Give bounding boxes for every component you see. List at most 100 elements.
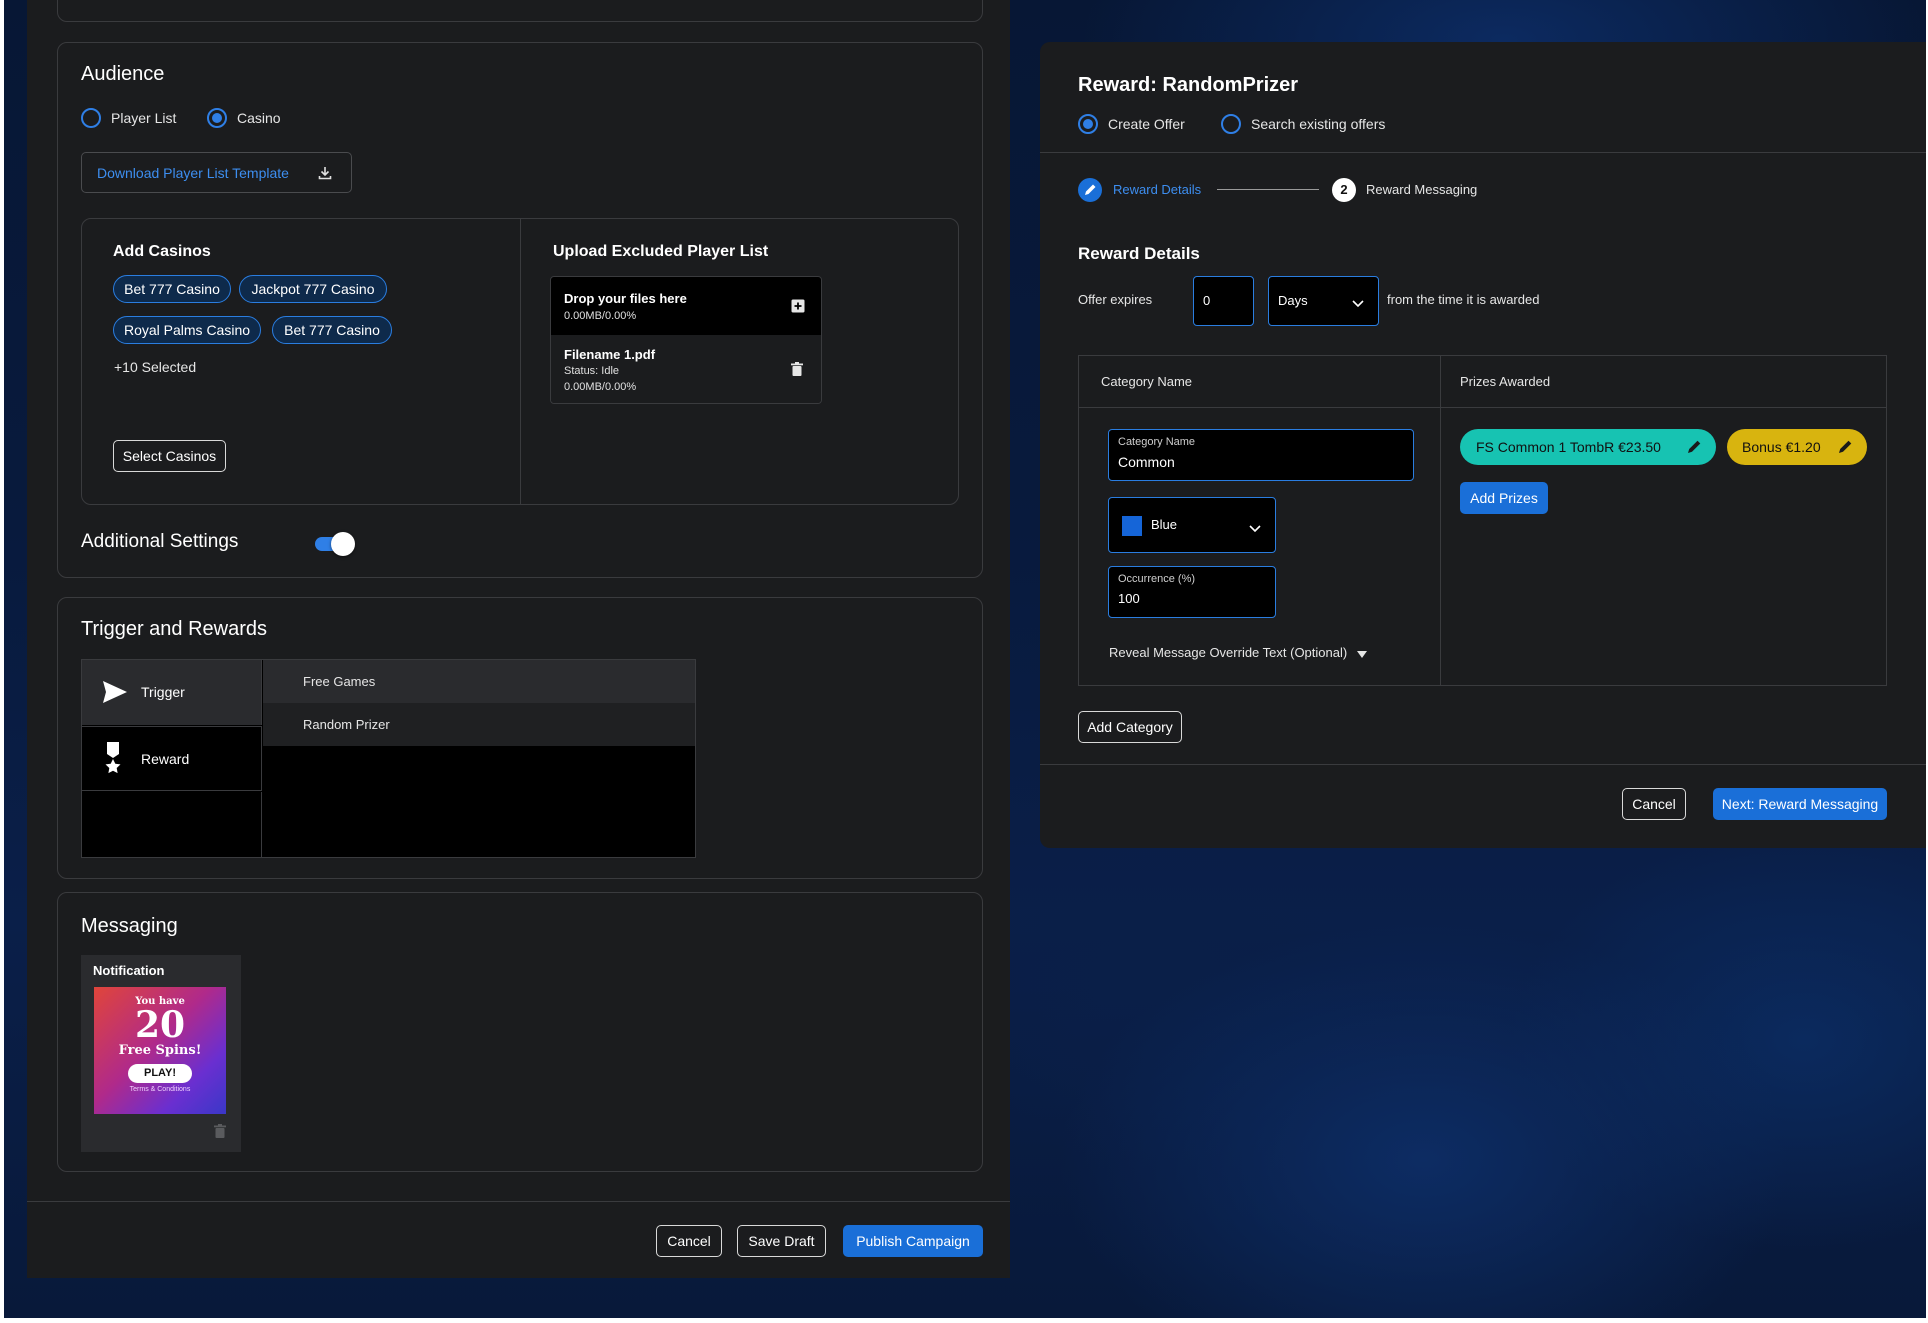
player-list-radio-label: Player List	[111, 110, 177, 126]
menu-empty-area	[82, 792, 262, 857]
file-progress: 0.00MB/0.00%	[564, 381, 637, 393]
promo-number: 20	[134, 1004, 186, 1046]
reward-menu-item[interactable]: Reward	[82, 726, 262, 791]
table-header-divider	[1079, 407, 1886, 408]
step-1-indicator	[1078, 178, 1102, 202]
stepper-line	[1217, 189, 1319, 190]
dropzone-title: Drop your files here	[564, 291, 687, 306]
offer-expires-value: 0	[1203, 293, 1211, 308]
chevron-down-icon	[1249, 520, 1261, 538]
file-upload-widget: Drop your files here 0.00MB/0.00% Filena…	[550, 276, 822, 404]
color-select-value: Blue	[1151, 517, 1178, 532]
prize-chip-label: Bonus €1.20	[1742, 439, 1821, 455]
notification-label: Notification	[93, 963, 165, 978]
prize-chip-yellow[interactable]: Bonus €1.20	[1727, 429, 1867, 465]
medal-icon	[104, 742, 122, 779]
prize-chip-label: FS Common 1 TombR €23.50	[1476, 439, 1661, 455]
messaging-card: Messaging Notification You have 20 Free …	[57, 892, 983, 1172]
table-header-prizes: Prizes Awarded	[1460, 374, 1551, 389]
occurrence-field-value: 100	[1118, 591, 1140, 606]
dropzone[interactable]: Drop your files here 0.00MB/0.00%	[551, 277, 821, 335]
reward-option-label: Random Prizer	[303, 717, 390, 732]
publish-campaign-button[interactable]: Publish Campaign	[843, 1225, 983, 1257]
trigger-menu-label: Trigger	[141, 684, 185, 700]
casino-chip[interactable]: Bet 777 Casino	[272, 316, 392, 344]
occurrence-field[interactable]: Occurrence (%) 100	[1108, 566, 1276, 618]
audience-title: Audience	[81, 63, 165, 85]
step-1-label[interactable]: Reward Details	[1113, 182, 1201, 197]
trash-icon[interactable]	[791, 362, 803, 381]
table-column-divider	[1440, 356, 1441, 685]
occurrence-field-label: Occurrence (%)	[1118, 573, 1196, 585]
player-list-radio[interactable]	[81, 108, 101, 128]
cancel-button[interactable]: Cancel	[656, 1225, 722, 1257]
previous-section-card	[57, 0, 983, 22]
send-icon	[102, 680, 128, 709]
casino-chip[interactable]: Royal Palms Casino	[113, 316, 261, 344]
additional-settings-label: Additional Settings	[81, 531, 239, 552]
trigger-reward-widget: Trigger Reward Free Games Random Prizer	[81, 659, 696, 858]
add-prizes-button[interactable]: Add Prizes	[1460, 482, 1548, 514]
pencil-icon[interactable]	[1686, 439, 1702, 458]
reward-option-random-prizer[interactable]: Random Prizer	[263, 703, 695, 746]
search-offers-radio[interactable]	[1221, 114, 1241, 134]
color-select[interactable]: Blue	[1108, 497, 1276, 553]
pencil-icon[interactable]	[1837, 439, 1853, 458]
category-name-field[interactable]: Category Name Common	[1108, 429, 1414, 481]
category-name-field-label: Category Name	[1118, 436, 1196, 448]
trigger-menu-item[interactable]: Trigger	[82, 660, 262, 725]
reward-details-title: Reward Details	[1078, 244, 1200, 263]
create-offer-label: Create Offer	[1108, 116, 1185, 132]
casino-radio[interactable]	[207, 108, 227, 128]
save-draft-button[interactable]: Save Draft	[737, 1225, 826, 1257]
promo-terms: Terms & Conditions	[129, 1086, 191, 1093]
casino-chip[interactable]: Bet 777 Casino	[113, 275, 231, 303]
trigger-rewards-title: Trigger and Rewards	[81, 618, 268, 640]
expiry-unit-select[interactable]: Days	[1268, 276, 1379, 326]
toggle-thumb	[331, 532, 355, 556]
uploaded-file-row: Filename 1.pdf Status: Idle 0.00MB/0.00%	[551, 335, 821, 403]
modal-cancel-button[interactable]: Cancel	[1622, 788, 1686, 820]
promo-image: You have 20 Free Spins! PLAY! Terms & Co…	[94, 987, 226, 1114]
trash-icon[interactable]	[214, 1124, 226, 1143]
category-table: Category Name Prizes Awarded Category Na…	[1078, 355, 1887, 686]
casino-radio-label: Casino	[237, 110, 281, 126]
pencil-icon	[1083, 183, 1097, 202]
download-template-button[interactable]: Download Player List Template	[81, 152, 352, 193]
add-category-button[interactable]: Add Category	[1078, 711, 1182, 743]
download-template-label: Download Player List Template	[97, 164, 289, 181]
file-status: Status: Idle	[564, 365, 620, 377]
reward-menu-label: Reward	[141, 751, 190, 767]
category-name-field-value: Common	[1118, 454, 1175, 470]
audience-card: Audience Player List Casino Download Pla…	[57, 42, 983, 578]
offer-expires-input[interactable]: 0	[1193, 276, 1254, 326]
download-icon	[317, 165, 333, 184]
reveal-override-label: Reveal Message Override Text (Optional)	[1109, 645, 1348, 660]
offer-expires-label: Offer expires	[1078, 292, 1153, 307]
search-offers-label: Search existing offers	[1251, 116, 1386, 132]
prize-chip-teal[interactable]: FS Common 1 TombR €23.50	[1460, 429, 1716, 465]
select-casinos-button[interactable]: Select Casinos	[113, 440, 226, 472]
casino-chip[interactable]: Jackpot 777 Casino	[239, 275, 387, 303]
modal-title: Reward: RandomPrizer	[1078, 74, 1299, 96]
casino-selection-box: Add Casinos Bet 777 Casino Jackpot 777 C…	[81, 218, 959, 505]
additional-settings-toggle[interactable]	[315, 532, 355, 556]
next-reward-messaging-button[interactable]: Next: Reward Messaging	[1713, 788, 1887, 820]
messaging-title: Messaging	[81, 915, 178, 937]
add-file-icon[interactable]	[791, 299, 805, 318]
trigger-rewards-card: Trigger and Rewards Trigger Reward Free …	[57, 597, 983, 879]
add-casinos-title: Add Casinos	[113, 243, 211, 260]
reveal-override-toggle[interactable]: Reveal Message Override Text (Optional)	[1109, 645, 1367, 661]
expiry-unit-value: Days	[1278, 293, 1308, 308]
footer-divider	[27, 1201, 1010, 1202]
create-offer-radio[interactable]	[1078, 114, 1098, 134]
modal-header-divider	[1040, 152, 1926, 153]
caret-down-icon	[1356, 646, 1367, 661]
promo-play-button: PLAY!	[128, 1064, 192, 1083]
chevron-down-icon	[1352, 295, 1364, 313]
step-2-label[interactable]: Reward Messaging	[1366, 182, 1477, 197]
notification-tile[interactable]: Notification You have 20 Free Spins! PLA…	[81, 955, 241, 1152]
reward-option-label: Free Games	[303, 674, 376, 689]
reward-option-free-games[interactable]: Free Games	[263, 660, 695, 703]
color-swatch	[1122, 516, 1142, 536]
